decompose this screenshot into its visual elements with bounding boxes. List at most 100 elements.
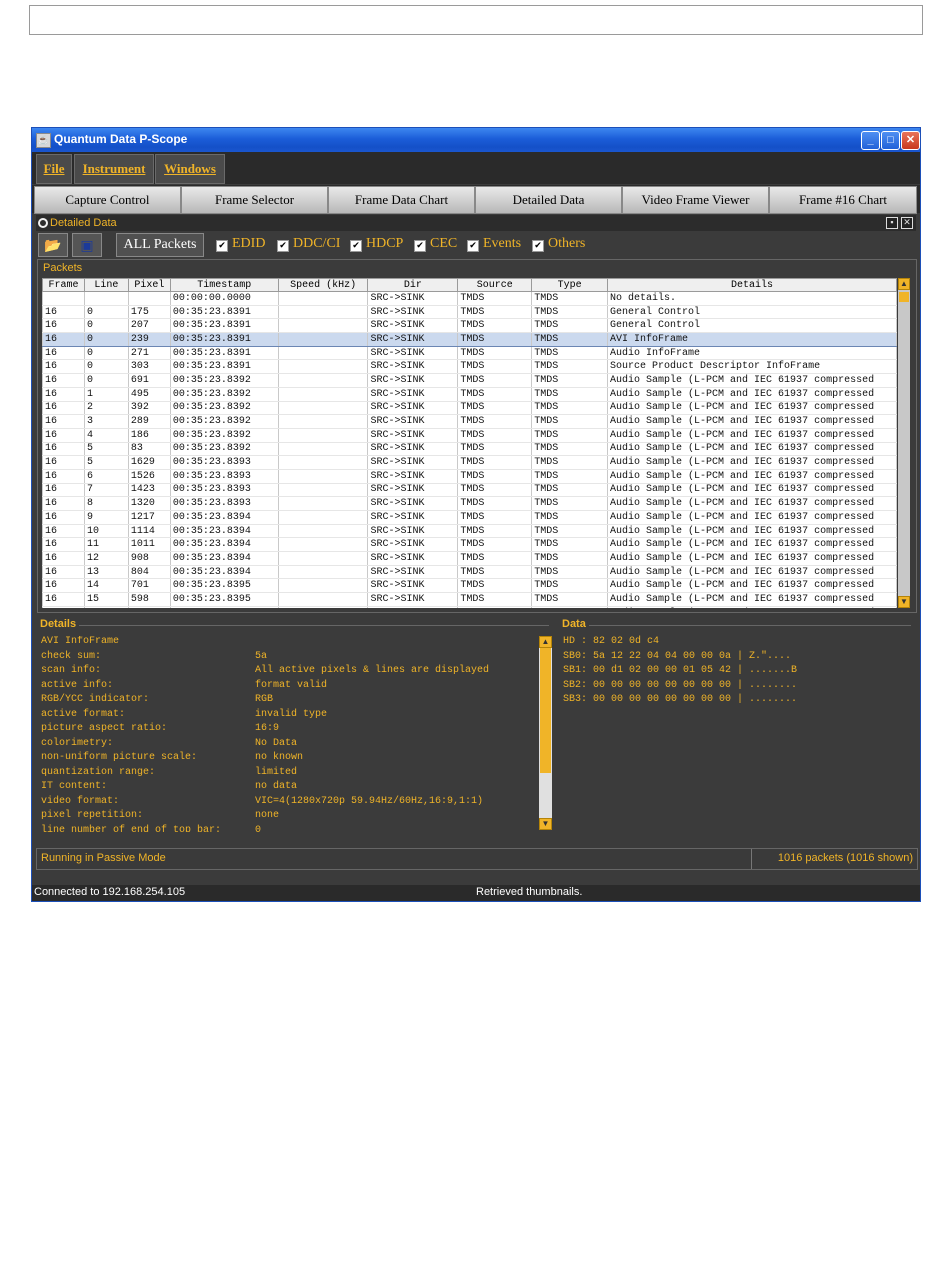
tab-capture-control[interactable]: Capture Control — [34, 186, 181, 214]
tab-video-frame-viewer[interactable]: Video Frame Viewer — [622, 186, 769, 214]
scroll-up-icon[interactable]: ▲ — [539, 636, 552, 648]
table-cell: TMDS — [457, 524, 533, 539]
table-row[interactable]: 16 8 1320 00:35:23.8393 SRC->SINK TMDS TMDS Aud… — [42, 496, 897, 511]
table-row[interactable]: 16 11 1011 00:35:23.8394 SRC->SINK TMDS TMDS Au… — [42, 537, 897, 553]
table-cell: 16 — [42, 565, 85, 580]
title-bar[interactable]: ☕ Quantum Data P-Scope _ □ ✕ — [32, 128, 920, 152]
detach-icon[interactable]: ▪ — [886, 217, 898, 229]
filter-hdcp[interactable]: ✔ HDCP — [350, 236, 403, 252]
table-cell: SRC->SINK — [367, 359, 459, 375]
filter-others[interactable]: ✔ Others — [532, 236, 585, 252]
checkbox-checked-icon[interactable]: ✔ — [216, 240, 228, 252]
scroll-thumb[interactable] — [899, 292, 909, 302]
table-cell: 0 — [83, 318, 129, 334]
checkbox-checked-icon[interactable]: ✔ — [350, 240, 362, 252]
table-cell: 00:35:23.8393 — [169, 483, 279, 498]
tab-frame-selector[interactable]: Frame Selector — [181, 186, 328, 214]
table-cell: TMDS — [531, 606, 609, 608]
table-row[interactable]: 16 0 303 00:35:23.8391 SRC->SINK TMDS TMDS Sour… — [42, 359, 897, 375]
details-title: AVI InfoFrame — [41, 636, 120, 647]
hex-line: SB3: 00 00 00 00 00 00 00 00 | ........ — [563, 694, 798, 705]
table-row[interactable]: 16 0 691 00:35:23.8392 SRC->SINK TMDS TMDS Audi… — [42, 373, 897, 388]
filter-events[interactable]: ✔ Events — [467, 236, 521, 252]
table-row[interactable]: 16 15 598 00:35:23.8395 SRC->SINK TMDS TMDS Aud… — [42, 592, 897, 607]
window-title: Quantum Data P-Scope — [54, 132, 188, 146]
panel-close-icon[interactable]: ✕ — [901, 217, 913, 229]
column-header[interactable]: Source — [457, 278, 533, 292]
checkbox-checked-icon[interactable]: ✔ — [277, 240, 289, 252]
table-row[interactable]: 16 5 1629 00:35:23.8393 SRC->SINK TMDS TMDS Aud… — [42, 455, 897, 470]
table-row[interactable]: 161649500:35:23.8395SRC->SINKTMDSTMDSAud… — [42, 606, 897, 608]
minimize-button[interactable]: _ — [861, 131, 880, 150]
column-header[interactable]: Details — [607, 278, 897, 292]
scroll-down-icon[interactable]: ▼ — [898, 596, 910, 608]
column-header[interactable]: Frame — [42, 278, 85, 292]
table-cell: TMDS — [531, 401, 609, 416]
tab-frame-data-chart[interactable]: Frame Data Chart — [328, 186, 475, 214]
table-cell: SRC->SINK — [367, 455, 459, 470]
all-packets-button[interactable]: ALL Packets — [116, 233, 204, 257]
table-cell: 16 — [42, 359, 85, 375]
table-row[interactable]: 16 0 207 00:35:23.8391 SRC->SINK TMDS TMDS Gene… — [42, 318, 897, 334]
column-header[interactable]: Timestamp — [169, 278, 279, 292]
table-cell: TMDS — [531, 524, 609, 539]
column-header[interactable]: Line — [83, 278, 129, 292]
table-cell: TMDS — [457, 578, 533, 594]
table-cell: 495 — [127, 387, 171, 402]
table-cell — [277, 551, 369, 566]
table-cell: TMDS — [457, 346, 533, 361]
scroll-thumb[interactable] — [540, 648, 551, 773]
menu-instrument[interactable]: Instrument — [74, 154, 154, 184]
column-header[interactable]: Dir — [367, 278, 459, 292]
table-row[interactable]: 16 5 83 00:35:23.8392 SRC->SINK TMDS TMDS Audio… — [42, 442, 897, 457]
table-row[interactable]: 16 7 1423 00:35:23.8393 SRC->SINK TMDS TMDS Aud… — [42, 483, 897, 498]
tab-detailed-data[interactable]: Detailed Data — [475, 186, 622, 214]
menu-file[interactable]: File — [36, 154, 72, 184]
table-row[interactable]: 16 12 908 00:35:23.8394 SRC->SINK TMDS TMDS Aud… — [42, 551, 897, 566]
table-cell — [277, 346, 369, 361]
column-header[interactable]: Speed (kHz) — [277, 278, 369, 292]
table-row[interactable]: 16 4 186 00:35:23.8392 SRC->SINK TMDS TMDS Audi… — [42, 428, 897, 443]
table-row[interactable]: 16 14 701 00:35:23.8395 SRC->SINK TMDS TMDS Aud… — [42, 578, 897, 594]
maximize-button[interactable]: □ — [881, 131, 900, 150]
table-cell: AVI InfoFrame — [607, 332, 897, 347]
table-row[interactable]: 16 9 1217 00:35:23.8394 SRC->SINK TMDS TMDS Aud… — [42, 510, 897, 525]
table-cell: 0 — [83, 359, 129, 375]
table-cell: SRC->SINK — [367, 318, 459, 334]
table-row[interactable]: 16 0 271 00:35:23.8391 SRC->SINK TMDS TMDS Audi… — [42, 346, 897, 361]
table-row[interactable]: 16 0 239 00:35:23.8391 SRC->SINK TMDS TMDS AVI … — [42, 332, 897, 347]
table-row[interactable]: 00:00:00.0000 SRC->SINK TMDS TMDS No details… — [42, 291, 897, 306]
packets-scrollbar[interactable]: ▲ ▼ — [898, 278, 910, 608]
table-row[interactable]: 16 3 289 00:35:23.8392 SRC->SINK TMDS TMDS Audi… — [42, 414, 897, 429]
table-row[interactable]: 16 2 392 00:35:23.8392 SRC->SINK TMDS TMDS Audi… — [42, 401, 897, 416]
table-cell: 271 — [127, 346, 171, 361]
tab-frame-16-chart[interactable]: Frame #16 Chart — [769, 186, 917, 214]
filter-ddc-ci[interactable]: ✔ DDC/CI — [277, 236, 340, 252]
scroll-up-icon[interactable]: ▲ — [898, 278, 910, 290]
filter-cec[interactable]: ✔ CEC — [414, 236, 457, 252]
table-row[interactable]: 16 13 804 00:35:23.8394 SRC->SINK TMDS TMDS Aud… — [42, 565, 897, 580]
checkbox-checked-icon[interactable]: ✔ — [414, 240, 426, 252]
menu-windows[interactable]: Windows — [155, 154, 225, 184]
checkbox-checked-icon[interactable]: ✔ — [532, 240, 544, 252]
column-header[interactable]: Type — [531, 278, 609, 292]
table-row[interactable]: 16 10 1114 00:35:23.8394 SRC->SINK TMDS TMDS Au… — [42, 524, 897, 539]
table-cell: 16 — [42, 387, 85, 402]
scroll-down-icon[interactable]: ▼ — [539, 818, 552, 830]
filter-edid[interactable]: ✔ EDID — [216, 236, 265, 252]
close-button[interactable]: ✕ — [901, 131, 920, 150]
detail-key: active format: — [41, 708, 126, 720]
table-cell: 00:35:23.8392 — [169, 401, 279, 416]
column-header[interactable]: Pixel — [127, 278, 171, 292]
table-cell: TMDS — [531, 373, 609, 388]
details-scrollbar[interactable]: ▲ ▼ — [539, 636, 552, 830]
table-row[interactable]: 16 0 175 00:35:23.8391 SRC->SINK TMDS TMDS Gene… — [42, 305, 897, 320]
detail-key: video format: — [41, 795, 120, 807]
table-row[interactable]: 16 1 495 00:35:23.8392 SRC->SINK TMDS TMDS Audi… — [42, 387, 897, 402]
table-row[interactable]: 16 6 1526 00:35:23.8393 SRC->SINK TMDS TMDS Aud… — [42, 469, 897, 484]
table-cell: 00:35:23.8392 — [169, 414, 279, 429]
save-icon[interactable]: ▣ — [72, 233, 102, 257]
open-folder-icon[interactable]: 📂 — [38, 233, 68, 257]
table-cell: SRC->SINK — [367, 414, 459, 429]
checkbox-checked-icon[interactable]: ✔ — [467, 240, 479, 252]
